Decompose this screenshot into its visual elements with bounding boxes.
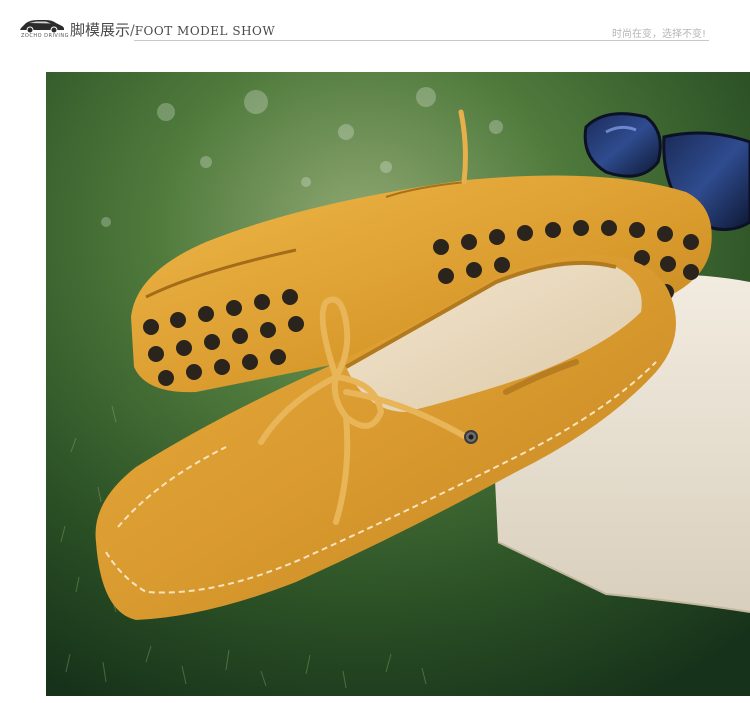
brand-logo: ZOCHO DRIVING xyxy=(18,15,69,41)
logo-text: ZOCHO DRIVING xyxy=(21,33,69,39)
tagline: 时尚在变，选择不变! xyxy=(611,29,706,40)
section-title-cn: 脚模展示 xyxy=(70,21,131,39)
product-photo xyxy=(46,72,750,696)
section-title: 脚模展示/FOOT MODEL SHOW xyxy=(70,19,275,40)
page-header: ZOCHO DRIVING 脚模展示/FOOT MODEL SHOW 时尚在变，… xyxy=(0,0,750,50)
loafers-illustration xyxy=(46,72,750,696)
header-divider xyxy=(134,40,709,41)
section-title-en: FOOT MODEL SHOW xyxy=(134,24,276,38)
